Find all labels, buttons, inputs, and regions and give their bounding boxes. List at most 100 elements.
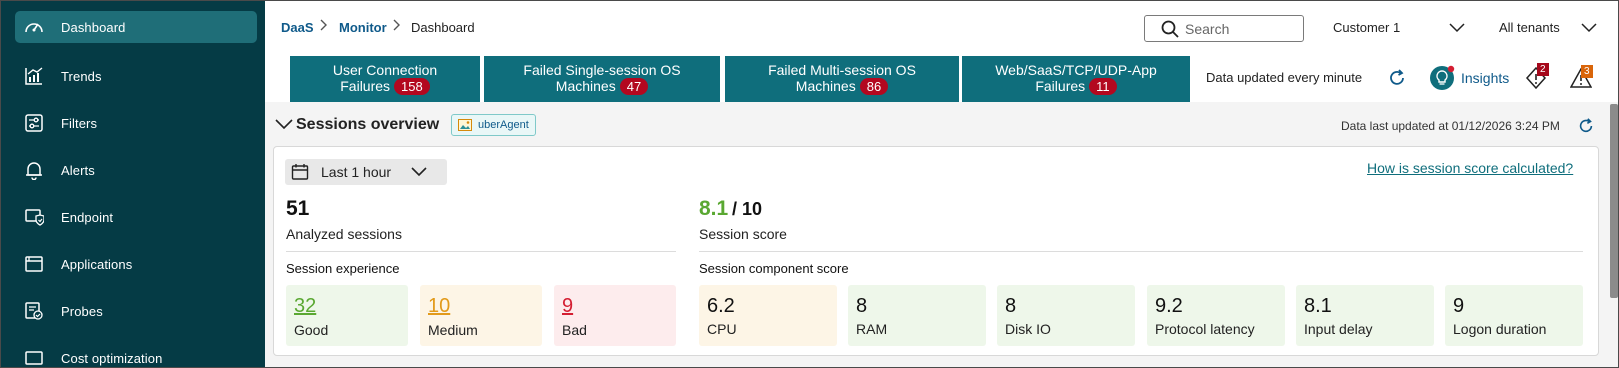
cpu-score: 6.2 [707,295,735,317]
analyzed-sessions-label: Analyzed sessions [286,226,402,242]
cost-icon [23,347,45,367]
alert-subtitle: Failures [340,78,391,94]
alert-web-saas-failures[interactable]: Web/SaaS/TCP/UDP-App Failures 11 [962,56,1190,102]
trend-chart-icon [23,65,45,87]
insights-label: Insights [1461,70,1510,86]
chevron-right-icon [392,18,402,35]
chevron-down-icon[interactable] [275,118,293,133]
sidebar-item-label: Probes [61,303,103,319]
component-diskio-tile: 8 Disk IO [997,285,1135,346]
search-input[interactable] [1185,20,1295,37]
divider [699,251,1583,252]
filter-sliders-icon [23,112,45,134]
bell-icon [23,159,45,181]
sidebar-item-probes[interactable]: Probes [15,295,257,327]
count-badge: 11 [1089,78,1117,95]
session-score-help-link[interactable]: How is session score calculated? [1367,160,1573,176]
cpu-label: CPU [707,321,737,337]
count-badge: 158 [394,78,430,95]
count-badge: 47 [619,78,649,95]
sidebar-item-cost-optimization[interactable]: Cost optimization [15,342,257,367]
time-range-dropdown[interactable]: Last 1 hour [285,159,447,185]
component-score-title: Session component score [699,261,849,276]
breadcrumb-monitor[interactable]: Monitor [339,20,387,35]
sidebar-item-endpoint[interactable]: Endpoint [15,201,257,233]
session-score-value: 8.1 [699,197,729,220]
component-cpu-tile: 6.2 CPU [699,285,837,346]
experience-bad-tile: 9 Bad [554,285,676,346]
sidebar-item-alerts[interactable]: Alerts [15,154,257,186]
ram-label: RAM [856,321,888,337]
good-count-link[interactable]: 32 [294,295,316,318]
sidebar-item-label: Dashboard [61,19,126,35]
divider [286,251,676,252]
session-score-max: / 10 [732,199,763,219]
refresh-icon[interactable] [1577,117,1595,138]
chevron-right-icon [319,18,329,35]
alert-failed-multi-session[interactable]: Failed Multi-session OS Machines 86 [725,56,959,102]
app-window: Dashboard Trends Filters Alerts Endpoint [0,0,1619,368]
protocol-latency-score: 9.2 [1155,295,1183,317]
alert-subtitle: Machines [795,78,856,94]
session-score-label: Session score [699,226,787,242]
sidebar-item-applications[interactable]: Applications [15,248,257,280]
refresh-icon[interactable] [1387,68,1407,91]
experience-medium-tile: 10 Medium [420,285,542,346]
alert-title: Web/SaaS/TCP/UDP-App [995,62,1157,78]
logon-duration-score: 9 [1453,295,1465,317]
gauge-icon [23,16,45,38]
alert-title: Failed Single-session OS [523,62,681,78]
sidebar-item-dashboard[interactable]: Dashboard [15,11,257,43]
component-input-delay-tile: 8.1 Input delay [1296,285,1434,346]
sidebar-item-label: Applications [61,256,133,272]
lightbulb-icon [1429,65,1455,91]
calendar-icon [291,163,309,181]
analyzed-sessions-count: 51 [286,197,310,220]
tenant-select[interactable]: All tenants [1499,20,1560,35]
scrollbar-thumb[interactable] [1610,104,1618,298]
sidebar-item-label: Endpoint [61,209,114,225]
app-window-icon [23,253,45,275]
alert-user-connection-failures[interactable]: User Connection Failures 158 [290,56,480,102]
probe-check-icon [23,300,45,322]
search-box[interactable] [1144,15,1304,42]
sidebar-item-trends[interactable]: Trends [15,60,257,92]
image-icon [458,119,472,131]
diskio-score: 8 [1005,295,1017,317]
insights-button[interactable]: Insights [1429,65,1509,91]
search-icon [1161,20,1179,38]
breadcrumb-daas[interactable]: DaaS [281,20,314,35]
top-header: DaaS Monitor Dashboard Customer 1 All te… [265,1,1618,55]
bad-label: Bad [562,322,587,338]
ram-score: 8 [856,295,868,317]
good-label: Good [294,322,329,338]
chevron-down-icon[interactable] [1449,21,1465,36]
section-title: Sessions overview [296,116,440,133]
protocol-latency-label: Protocol latency [1155,321,1255,337]
input-delay-score: 8.1 [1304,295,1332,317]
chevron-down-icon[interactable] [1581,21,1597,36]
notification-count-badge: 2 [1537,63,1549,76]
sidebar-item-label: Filters [61,115,98,131]
session-experience-title: Session experience [286,261,400,276]
alert-subtitle: Machines [555,78,616,94]
alert-failed-single-session[interactable]: Failed Single-session OS Machines 47 [484,56,720,102]
component-logon-duration-tile: 9 Logon duration [1445,285,1583,346]
alert-title: User Connection [332,62,438,78]
sidebar-item-label: Trends [61,68,102,84]
diskio-label: Disk IO [1005,321,1051,337]
medium-count-link[interactable]: 10 [428,295,450,318]
component-protocol-latency-tile: 9.2 Protocol latency [1147,285,1285,346]
sidebar-item-label: Cost optimization [61,350,163,366]
alert-subtitle: Failures [1035,78,1086,94]
customer-select[interactable]: Customer 1 [1333,20,1400,35]
last-updated-text: Data last updated at 01/12/2026 3:24 PM [1341,119,1560,133]
sidebar-item-filters[interactable]: Filters [15,107,257,139]
uberagent-label: uberAgent [478,119,529,131]
chevron-down-icon [411,166,427,178]
endpoint-shield-icon [23,206,45,228]
experience-good-tile: 32 Good [286,285,408,346]
breadcrumb-dashboard: Dashboard [411,20,475,35]
time-range-label: Last 1 hour [321,164,392,180]
bad-count-link[interactable]: 9 [562,295,573,318]
